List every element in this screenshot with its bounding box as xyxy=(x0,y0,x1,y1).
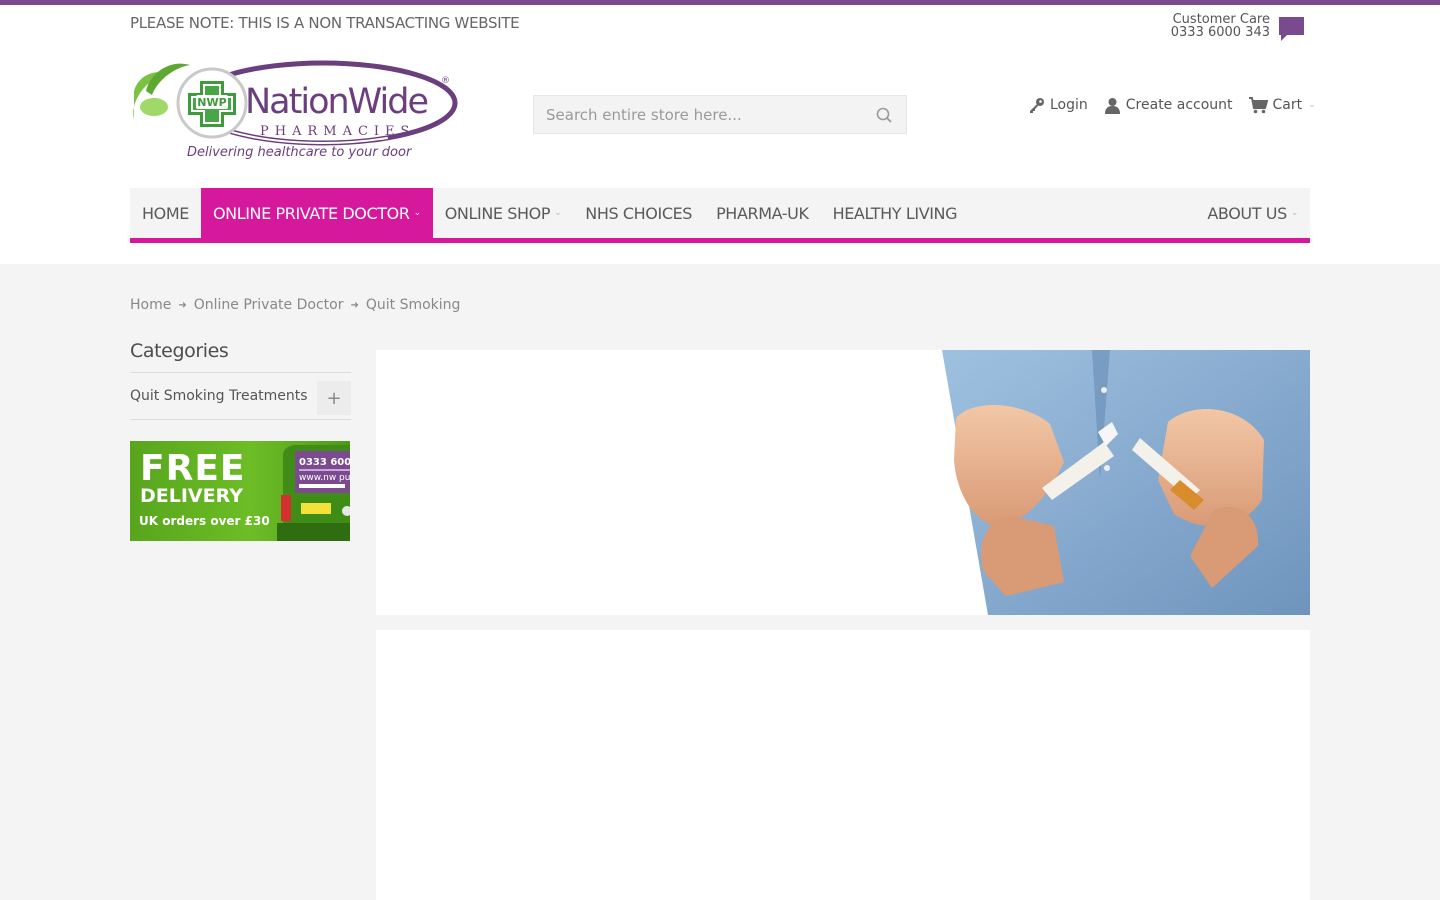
nav-about-us-label: ABOUT US xyxy=(1207,203,1287,223)
categories-title: Categories xyxy=(130,340,351,373)
van-web: www.nw puk xyxy=(299,473,350,483)
expand-toggle[interactable]: + xyxy=(317,381,351,415)
cart-icon xyxy=(1248,96,1268,113)
logo-tagline: Delivering healthcare to your door xyxy=(187,145,413,159)
logo-name: NationWide xyxy=(245,82,427,122)
nav-home[interactable]: HOME xyxy=(130,188,201,238)
non-transacting-notice: PLEASE NOTE: THIS IS A NON TRANSACTING W… xyxy=(130,14,520,32)
logo-sub: PHARMACIES xyxy=(260,124,415,139)
nav-home-label: HOME xyxy=(142,203,189,223)
main-navigation: HOME ONLINE PRIVATE DOCTOR ⌄ ONLINE SHOP ⌄… xyxy=(130,188,1310,243)
nav-healthy-living[interactable]: HEALTHY LIVING xyxy=(821,188,970,238)
cart-label: Cart xyxy=(1272,97,1303,113)
nav-pharma-uk[interactable]: PHARMA-UK xyxy=(704,188,821,238)
promo-delivery: DELIVERY xyxy=(140,485,243,507)
nav-online-private-doctor-label: ONLINE PRIVATE DOCTOR xyxy=(212,203,410,223)
nav-online-private-doctor[interactable]: ONLINE PRIVATE DOCTOR ⌄ xyxy=(200,188,433,238)
chevron-down-icon: ⌄ xyxy=(554,208,562,218)
nav-nhs-choices-label: NHS CHOICES xyxy=(585,203,693,223)
category-item-label: Quit Smoking Treatments xyxy=(130,388,308,404)
arrow-right-icon: ➜ xyxy=(350,299,359,311)
promo-orders: UK orders over £30 xyxy=(139,514,270,528)
create-account-label: Create account xyxy=(1125,97,1233,113)
van-phone: 0333 6000 xyxy=(299,457,350,468)
delivery-van-image: 0333 6000 www.nw puk xyxy=(277,445,350,541)
logo-registered: ® xyxy=(441,76,450,86)
breadcrumb-online-private-doctor[interactable]: Online Private Doctor xyxy=(194,297,344,313)
account-links: Login Create account Cart ⌄ xyxy=(1028,94,1316,116)
customer-care-phone[interactable]: 0333 6000 343 xyxy=(1150,26,1270,39)
user-icon xyxy=(1104,97,1120,114)
free-delivery-banner[interactable]: 0333 6000 www.nw puk FREE DELIVERY UK or… xyxy=(130,441,350,541)
search-bar xyxy=(533,95,907,134)
promo-free: FREE xyxy=(140,448,246,489)
quit-smoking-photo xyxy=(942,350,1310,615)
search-icon[interactable] xyxy=(874,105,896,125)
breadcrumb-current: Quit Smoking xyxy=(365,297,461,313)
category-banner xyxy=(376,350,1310,615)
cart-link[interactable]: Cart ⌄ xyxy=(1248,96,1316,114)
nav-about-us[interactable]: ABOUT US ⌄ xyxy=(1195,188,1310,238)
site-header: PLEASE NOTE: THIS IS A NON TRANSACTING W… xyxy=(0,5,1440,264)
search-input[interactable] xyxy=(534,96,864,133)
site-logo[interactable]: NWP NationWide PHARMACIES Delivering hea… xyxy=(128,51,458,159)
chevron-down-icon: ⌄ xyxy=(1308,100,1316,110)
nav-pharma-uk-label: PHARMA-UK xyxy=(716,203,809,223)
login-label: Login xyxy=(1050,97,1088,113)
arrow-right-icon: ➜ xyxy=(178,299,187,311)
nav-healthy-living-label: HEALTHY LIVING xyxy=(832,203,958,223)
key-icon xyxy=(1030,97,1044,113)
nav-online-shop[interactable]: ONLINE SHOP ⌄ xyxy=(433,188,574,238)
sidebar: Categories Quit Smoking Treatments + xyxy=(130,340,351,420)
breadcrumb: Home ➜ Online Private Doctor ➜ Quit Smok… xyxy=(130,297,460,313)
login-link[interactable]: Login xyxy=(1028,97,1088,114)
chevron-down-icon: ⌄ xyxy=(413,208,422,218)
create-account-link[interactable]: Create account xyxy=(1104,97,1233,114)
content-panel xyxy=(376,630,1310,900)
chevron-down-icon: ⌄ xyxy=(1290,208,1299,218)
nav-online-shop-label: ONLINE SHOP xyxy=(444,203,551,223)
breadcrumb-home[interactable]: Home xyxy=(130,297,171,313)
category-item-quit-smoking-treatments[interactable]: Quit Smoking Treatments + xyxy=(130,373,351,420)
nav-nhs-choices[interactable]: NHS CHOICES xyxy=(573,188,704,238)
chat-icon[interactable] xyxy=(1278,16,1305,42)
logo-badge: NWP xyxy=(197,96,226,109)
customer-care: Customer Care 0333 6000 343 xyxy=(1150,13,1270,39)
